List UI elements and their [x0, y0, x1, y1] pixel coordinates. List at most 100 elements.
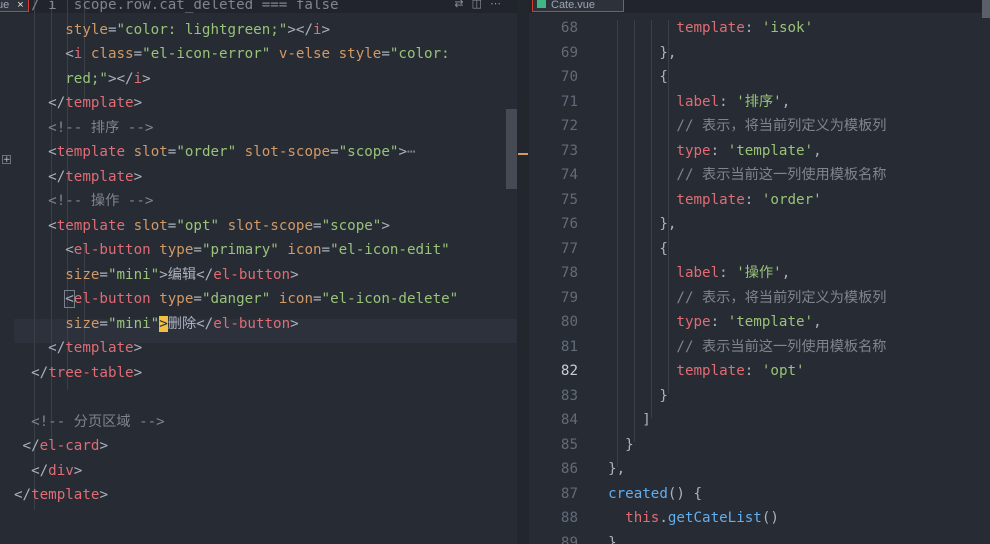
- code-line[interactable]: <!-- 分页区域 -->: [0, 410, 517, 435]
- code-line[interactable]: <!-- 排序 -->: [0, 116, 517, 141]
- code-line-text: }: [659, 387, 668, 404]
- code-line[interactable]: 70 {: [529, 65, 990, 90]
- line-number: 78: [560, 265, 578, 281]
- code-line-text: ]: [642, 412, 651, 428]
- code-line[interactable]: 72 // 表示，将当前列定义为模板列: [529, 114, 990, 139]
- code-line-text: {: [659, 240, 668, 257]
- line-number: 79: [560, 289, 578, 306]
- right-scrollbar-thumb[interactable]: [982, 0, 990, 18]
- right-editor-pane[interactable]: Cate.vue 68 template: 'isok' 69 }, 70 {71 …: [529, 0, 990, 544]
- code-line[interactable]: <i class="el-icon-error" v-else style="c…: [0, 42, 517, 67]
- code-line[interactable]: 83 }: [529, 384, 990, 409]
- code-line-text: <template slot="opt" slot-scope="scope">: [48, 217, 390, 234]
- left-editor-pane[interactable]: ue × ⇄◫⋯ + / i scope.row.cat_deleted === …: [0, 0, 517, 544]
- code-line-text: template: 'opt': [676, 363, 805, 379]
- code-line[interactable]: </template>: [0, 336, 517, 361]
- code-line-text: </template>: [48, 168, 143, 185]
- code-line[interactable]: 81 // 表示当前这一列使用模板名称: [529, 335, 990, 360]
- code-line[interactable]: 85 }: [529, 433, 990, 458]
- code-line[interactable]: </div>: [0, 459, 517, 484]
- code-line-text: },: [659, 216, 677, 232]
- code-line-text: red;"></i>: [65, 70, 151, 87]
- code-line[interactable]: <template slot="opt" slot-scope="scope">: [0, 214, 517, 239]
- code-line[interactable]: </tree-table>: [0, 361, 517, 386]
- code-line-text: <!-- 分页区域 -->: [31, 413, 165, 430]
- code-line[interactable]: 79 // 表示，将当前列定义为模板列: [529, 286, 990, 311]
- code-line-text: },: [608, 461, 626, 477]
- code-line[interactable]: size="mini">编辑</el-button>: [0, 263, 517, 288]
- code-line[interactable]: <el-button type="danger" icon="el-icon-d…: [0, 287, 517, 312]
- code-line-text: created() {: [608, 485, 703, 502]
- code-line-text: type: 'template',: [676, 142, 822, 159]
- line-number: 68: [560, 20, 578, 36]
- tab-cate-vue[interactable]: Cate.vue: [532, 0, 624, 12]
- code-line-text: // 表示当前这一列使用模板名称: [676, 167, 887, 183]
- code-line-text: label: '操作',: [676, 265, 791, 281]
- code-line-text: </el-card>: [22, 438, 108, 454]
- line-number: 86: [560, 461, 578, 477]
- code-line[interactable]: <template slot="order" slot-scope="scope…: [0, 140, 517, 165]
- code-line-text: {: [659, 69, 668, 85]
- code-line-text: / i scope.row.cat_deleted === false: [14, 0, 339, 13]
- code-line[interactable]: <!-- 操作 -->: [0, 189, 517, 214]
- code-line[interactable]: 74 // 表示当前这一列使用模板名称: [529, 163, 990, 188]
- code-line[interactable]: 86 },: [529, 457, 990, 482]
- code-line[interactable]: 88 this.getCateList(): [529, 506, 990, 531]
- line-number: 73: [560, 142, 578, 159]
- code-line[interactable]: red;"></i>: [0, 67, 517, 92]
- code-line-text: type: 'template',: [676, 314, 822, 330]
- vue-file-icon: [537, 0, 546, 8]
- code-line[interactable]: 89 }: [529, 531, 990, 544]
- code-line[interactable]: </template>: [0, 165, 517, 190]
- line-number: 75: [560, 191, 578, 208]
- line-number: 74: [560, 167, 578, 183]
- code-line[interactable]: 80 type: 'template',: [529, 310, 990, 335]
- code-line[interactable]: [0, 385, 517, 410]
- code-line-text: style="color: lightgreen;"></i>: [65, 21, 331, 38]
- code-line-text: <!-- 操作 -->: [48, 193, 154, 209]
- split-divider[interactable]: [517, 0, 529, 544]
- code-line[interactable]: style="color: lightgreen;"></i>: [0, 18, 517, 43]
- code-line[interactable]: 78 label: '操作',: [529, 261, 990, 286]
- code-line-text: </template>: [14, 487, 108, 503]
- code-line[interactable]: </el-card>: [0, 434, 517, 459]
- code-line-text: </div>: [14, 462, 83, 479]
- tab-right-label: Cate.vue: [551, 0, 596, 11]
- line-number: 88: [560, 510, 578, 526]
- code-line-text: template: 'isok': [676, 20, 814, 36]
- code-line[interactable]: 84 ]: [529, 408, 990, 433]
- left-scrollbar-thumb[interactable]: [506, 109, 517, 189]
- code-line-text: }: [608, 534, 617, 544]
- code-line[interactable]: / i scope.row.cat_deleted === false: [0, 0, 517, 18]
- code-line[interactable]: 73 type: 'template',: [529, 139, 990, 164]
- code-line-text: this.getCateList(): [625, 510, 779, 526]
- line-number: 84: [560, 412, 578, 428]
- code-line[interactable]: 76 },: [529, 212, 990, 237]
- code-line-text: </tree-table>: [31, 364, 143, 381]
- code-line[interactable]: 87 created() {: [529, 482, 990, 507]
- line-number: 85: [560, 436, 578, 453]
- code-line[interactable]: </template>: [0, 483, 517, 508]
- code-line[interactable]: size="mini">删除</el-button>: [0, 312, 517, 337]
- code-line[interactable]: 69 },: [529, 41, 990, 66]
- code-line-text: },: [659, 44, 677, 61]
- code-line-text: </template>: [48, 95, 143, 111]
- code-line[interactable]: </template>: [0, 91, 517, 116]
- line-number: 80: [560, 314, 578, 330]
- code-line-text: <i class="el-icon-error" v-else style="c…: [65, 46, 450, 62]
- code-line[interactable]: 82 template: 'opt': [529, 359, 990, 384]
- code-line[interactable]: 77 {: [529, 237, 990, 262]
- code-line[interactable]: <el-button type="primary" icon="el-icon-…: [0, 238, 517, 263]
- line-number: 69: [560, 44, 578, 61]
- code-line-text: template: 'order': [676, 191, 822, 208]
- line-number: 71: [560, 93, 578, 110]
- right-tab-bar: Cate.vue: [529, 0, 990, 13]
- code-line[interactable]: 71 label: '排序',: [529, 90, 990, 115]
- line-number: 76: [560, 216, 578, 232]
- line-number: 89: [560, 534, 578, 544]
- code-line[interactable]: 68 template: 'isok': [529, 16, 990, 41]
- line-number: 83: [560, 387, 578, 404]
- code-line-text: <el-button type="primary" icon="el-icon-…: [65, 242, 450, 258]
- code-line-text: // 表示当前这一列使用模板名称: [676, 338, 887, 355]
- code-line[interactable]: 75 template: 'order': [529, 188, 990, 213]
